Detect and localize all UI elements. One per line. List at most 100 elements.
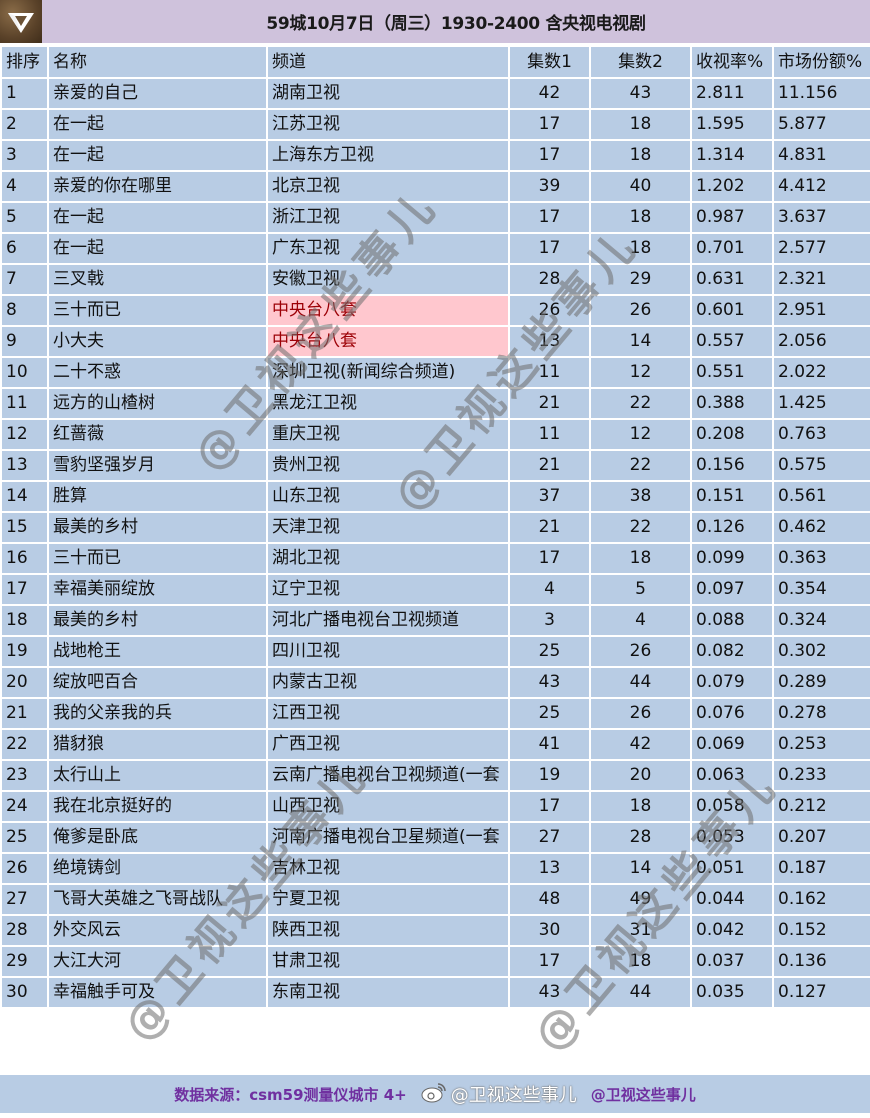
cell-rating: 0.051 xyxy=(690,852,774,885)
cell-ep2: 31 xyxy=(589,914,692,947)
cell-name: 在一起 xyxy=(47,108,268,141)
cell-share: 2.022 xyxy=(772,356,870,389)
cell-name: 小大夫 xyxy=(47,325,268,358)
table-row: 4 亲爱的你在哪里 北京卫视 39 40 1.202 4.412 xyxy=(0,170,870,203)
table-row: 27 飞哥大英雄之飞哥战队 宁夏卫视 48 49 0.044 0.162 xyxy=(0,883,870,916)
cell-rating: 1.314 xyxy=(690,139,774,172)
cell-ep1: 28 xyxy=(508,263,591,296)
cell-name: 红蔷薇 xyxy=(47,418,268,451)
cell-rank: 3 xyxy=(0,139,49,172)
cell-ep2: 26 xyxy=(589,697,692,730)
cell-name: 胜算 xyxy=(47,480,268,513)
cell-rating: 0.037 xyxy=(690,945,774,978)
table-row: 30 幸福触手可及 东南卫视 43 44 0.035 0.127 xyxy=(0,976,870,1009)
table-row: 23 太行山上 云南广播电视台卫视频道(一套 19 20 0.063 0.233 xyxy=(0,759,870,792)
cell-ep1: 19 xyxy=(508,759,591,792)
cell-ep2: 18 xyxy=(589,945,692,978)
cell-name: 亲爱的自己 xyxy=(47,77,268,110)
cell-channel: 东南卫视 xyxy=(266,976,510,1009)
cell-rating: 0.097 xyxy=(690,573,774,606)
col-header-name: 名称 xyxy=(47,45,268,79)
cell-ep2: 22 xyxy=(589,449,692,482)
cell-channel: 山东卫视 xyxy=(266,480,510,513)
cell-channel: 江苏卫视 xyxy=(266,108,510,141)
cell-rating: 2.811 xyxy=(690,77,774,110)
weibo-icon xyxy=(421,1081,447,1108)
cell-name: 三十而已 xyxy=(47,294,268,327)
cell-rank: 4 xyxy=(0,170,49,203)
cell-share: 2.321 xyxy=(772,263,870,296)
cell-rank: 20 xyxy=(0,666,49,699)
cell-share: 3.637 xyxy=(772,201,870,234)
col-header-channel: 频道 xyxy=(266,45,510,79)
cell-ep2: 18 xyxy=(589,232,692,265)
table-row: 9 小大夫 中央台八套 13 14 0.557 2.056 xyxy=(0,325,870,358)
weibo-handle: @卫视这些事儿 xyxy=(450,1085,577,1106)
cell-ep1: 21 xyxy=(508,449,591,482)
table-row: 2 在一起 江苏卫视 17 18 1.595 5.877 xyxy=(0,108,870,141)
cell-share: 0.763 xyxy=(772,418,870,451)
cell-channel: 中央台八套 xyxy=(266,294,510,327)
col-header-rating: 收视率% xyxy=(690,45,774,79)
cell-name: 大江大河 xyxy=(47,945,268,978)
cell-name: 我的父亲我的兵 xyxy=(47,697,268,730)
cell-ep2: 20 xyxy=(589,759,692,792)
cell-rank: 18 xyxy=(0,604,49,637)
table-row: 19 战地枪王 四川卫视 25 26 0.082 0.302 xyxy=(0,635,870,668)
cell-ep1: 41 xyxy=(508,728,591,761)
cell-ep1: 11 xyxy=(508,356,591,389)
cell-channel: 上海东方卫视 xyxy=(266,139,510,172)
cell-share: 0.462 xyxy=(772,511,870,544)
cell-share: 11.156 xyxy=(772,77,870,110)
cell-ep1: 13 xyxy=(508,325,591,358)
cell-share: 0.354 xyxy=(772,573,870,606)
cell-channel: 宁夏卫视 xyxy=(266,883,510,916)
cell-ep1: 17 xyxy=(508,542,591,575)
table-row: 25 俺爹是卧底 河南广播电视台卫星频道(一套 27 28 0.053 0.207 xyxy=(0,821,870,854)
cell-channel: 浙江卫视 xyxy=(266,201,510,234)
cell-ep1: 26 xyxy=(508,294,591,327)
cell-ep1: 11 xyxy=(508,418,591,451)
cell-rank: 24 xyxy=(0,790,49,823)
table-row: 8 三十而已 中央台八套 26 26 0.601 2.951 xyxy=(0,294,870,327)
col-header-share: 市场份额% xyxy=(772,45,870,79)
cell-name: 幸福触手可及 xyxy=(47,976,268,1009)
cell-rating: 0.208 xyxy=(690,418,774,451)
cell-rating: 1.595 xyxy=(690,108,774,141)
cell-ep2: 38 xyxy=(589,480,692,513)
cell-rank: 12 xyxy=(0,418,49,451)
cell-channel: 河北广播电视台卫视频道 xyxy=(266,604,510,637)
cell-ep2: 12 xyxy=(589,356,692,389)
cell-rating: 0.079 xyxy=(690,666,774,699)
cell-rating: 0.076 xyxy=(690,697,774,730)
cell-share: 0.187 xyxy=(772,852,870,885)
diamond-v-logo-icon xyxy=(0,0,42,43)
cell-rating: 0.099 xyxy=(690,542,774,575)
cell-ep1: 17 xyxy=(508,201,591,234)
col-header-rank: 排序 xyxy=(0,45,49,79)
cell-rating: 0.388 xyxy=(690,387,774,420)
cell-rating: 0.053 xyxy=(690,821,774,854)
cell-share: 5.877 xyxy=(772,108,870,141)
cell-name: 三十而已 xyxy=(47,542,268,575)
cell-ep1: 37 xyxy=(508,480,591,513)
cell-rank: 9 xyxy=(0,325,49,358)
table-row: 17 幸福美丽绽放 辽宁卫视 4 5 0.097 0.354 xyxy=(0,573,870,606)
cell-name: 绽放吧百合 xyxy=(47,666,268,699)
cell-rank: 8 xyxy=(0,294,49,327)
cell-rank: 22 xyxy=(0,728,49,761)
cell-ep2: 40 xyxy=(589,170,692,203)
cell-rank: 15 xyxy=(0,511,49,544)
cell-channel: 湖北卫视 xyxy=(266,542,510,575)
cell-rating: 0.601 xyxy=(690,294,774,327)
cell-rank: 25 xyxy=(0,821,49,854)
cell-share: 0.289 xyxy=(772,666,870,699)
cell-channel: 黑龙江卫视 xyxy=(266,387,510,420)
cell-rating: 0.701 xyxy=(690,232,774,265)
cell-name: 猎豺狼 xyxy=(47,728,268,761)
cell-ep2: 26 xyxy=(589,635,692,668)
cell-ep1: 25 xyxy=(508,697,591,730)
cell-share: 2.056 xyxy=(772,325,870,358)
cell-rank: 14 xyxy=(0,480,49,513)
cell-name: 最美的乡村 xyxy=(47,511,268,544)
